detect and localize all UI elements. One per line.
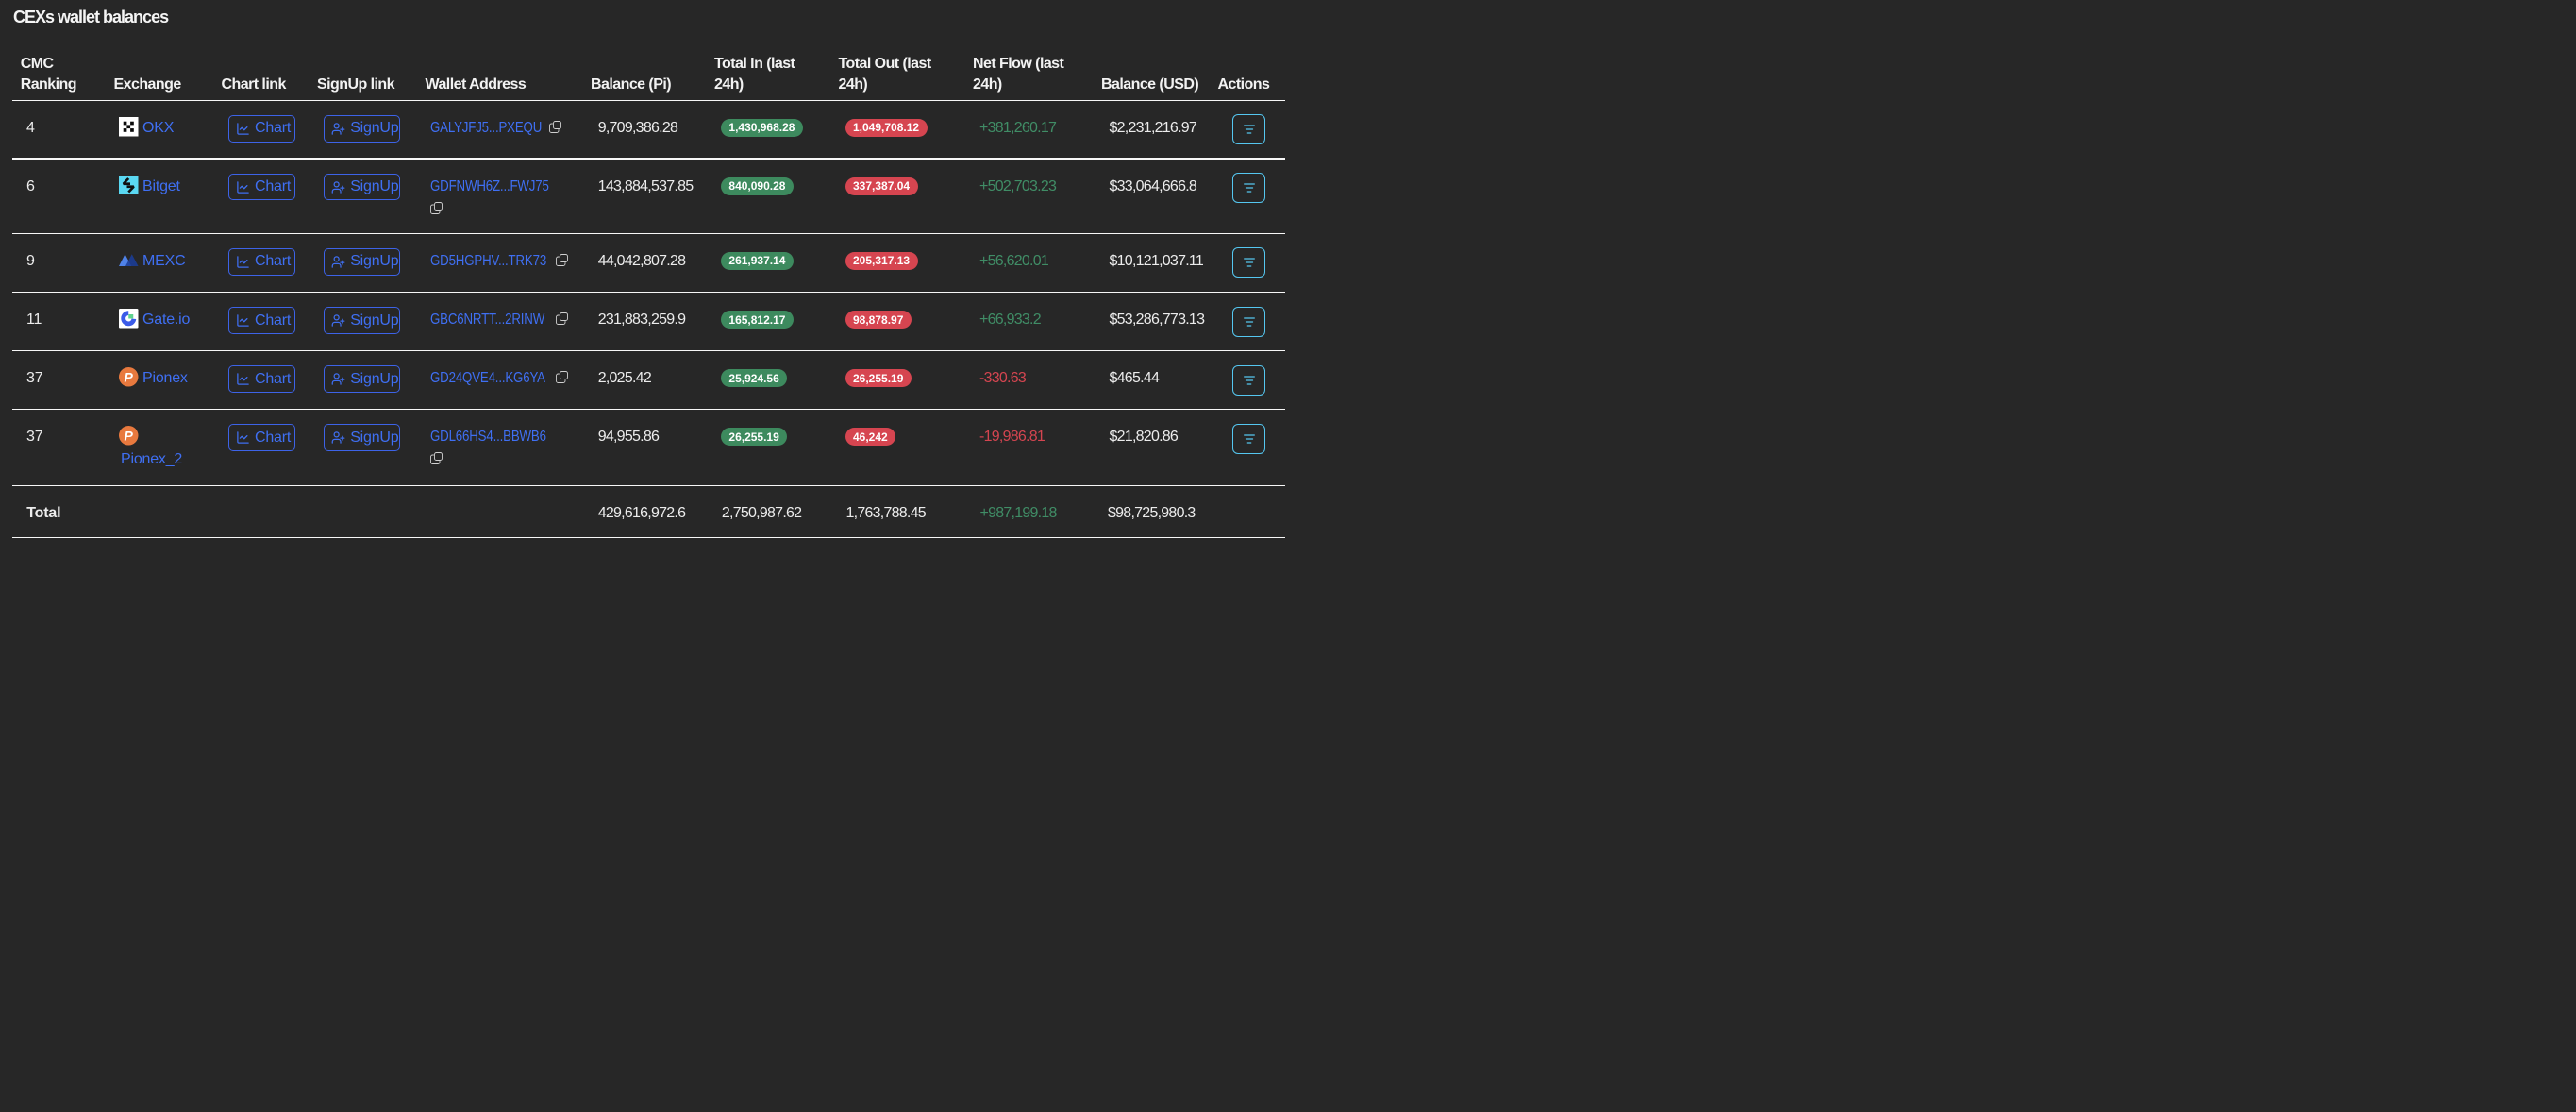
svg-text:P: P <box>125 429 134 444</box>
svg-text:P: P <box>125 370 134 385</box>
